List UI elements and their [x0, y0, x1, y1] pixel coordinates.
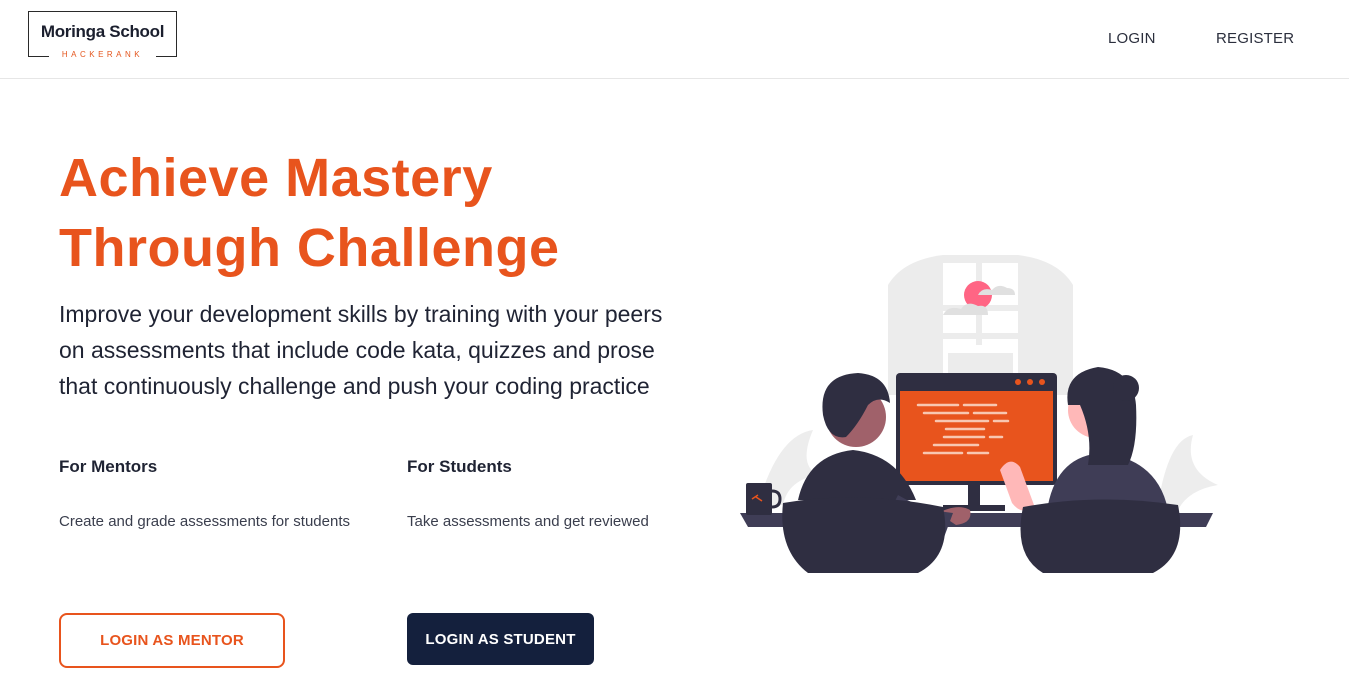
- students-description: Take assessments and get reviewed: [407, 513, 649, 530]
- nav-register-link[interactable]: REGISTER: [1216, 30, 1294, 47]
- moringa-logo[interactable]: Moringa School HACKERANK: [28, 11, 177, 59]
- plant-right: [1158, 435, 1218, 510]
- login-as-mentor-button[interactable]: LOGIN AS MENTOR: [59, 613, 285, 668]
- hero-title-line-2: Through Challenge: [59, 218, 560, 278]
- top-navbar: Moringa School HACKERANK LOGIN REGISTER: [0, 0, 1349, 79]
- nav-login-link[interactable]: LOGIN: [1108, 30, 1156, 47]
- monitor-stand: [968, 483, 980, 507]
- logo-name: Moringa School: [40, 22, 165, 41]
- hero-description: Improve your development skills by train…: [59, 301, 663, 399]
- hero-title-line-1: Achieve Mastery: [59, 148, 493, 208]
- hero-title: Achieve Mastery Through Challenge: [59, 143, 560, 283]
- developers-pair-programming-illustration: [740, 255, 1218, 573]
- students-heading: For Students: [407, 457, 512, 476]
- logo-tagline: HACKERANK: [49, 50, 156, 59]
- chair-right: [1020, 499, 1181, 573]
- login-as-student-button[interactable]: LOGIN AS STUDENT: [407, 613, 594, 665]
- mentors-description: Create and grade assessments for student…: [59, 513, 350, 530]
- chair-left: [782, 497, 946, 573]
- monitor-top-dots: [1015, 379, 1045, 385]
- mentors-heading: For Mentors: [59, 457, 158, 476]
